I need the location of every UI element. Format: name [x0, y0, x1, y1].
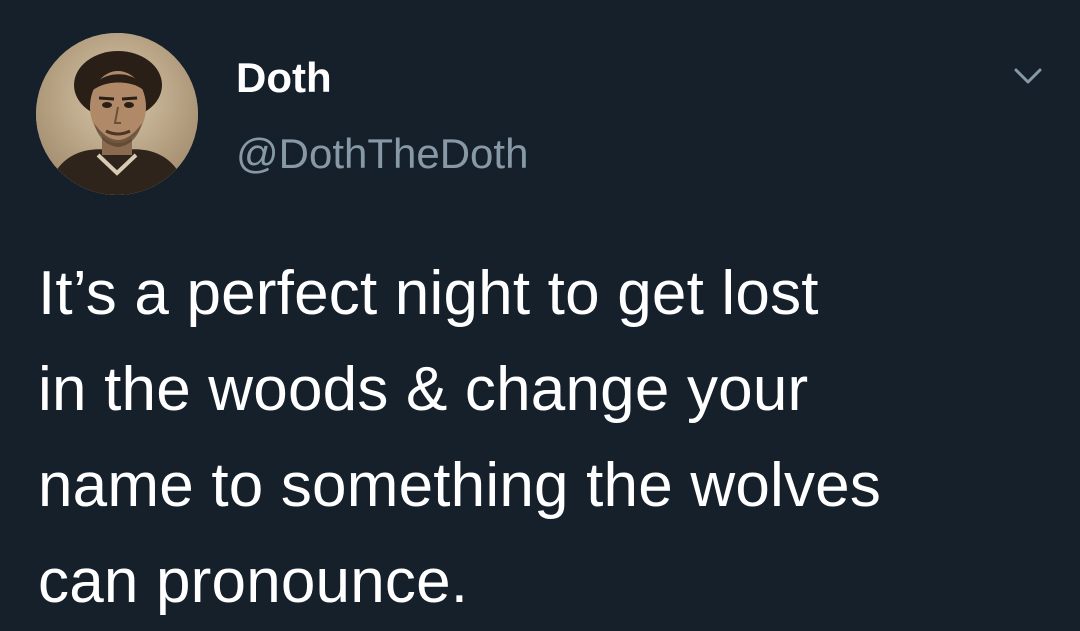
author-display-name[interactable]: Doth: [236, 52, 332, 104]
author-handle[interactable]: @DothTheDoth: [236, 128, 528, 180]
tweet-menu-button[interactable]: [1006, 58, 1050, 94]
author-avatar[interactable]: [36, 33, 198, 195]
tweet-text: It’s a perfect night to get lost in the …: [38, 259, 882, 616]
portrait-avatar-icon: [36, 33, 198, 195]
tweet-card: Doth @DothTheDoth It’s a perfect night t…: [0, 0, 1080, 631]
chevron-down-icon: [1014, 68, 1042, 84]
